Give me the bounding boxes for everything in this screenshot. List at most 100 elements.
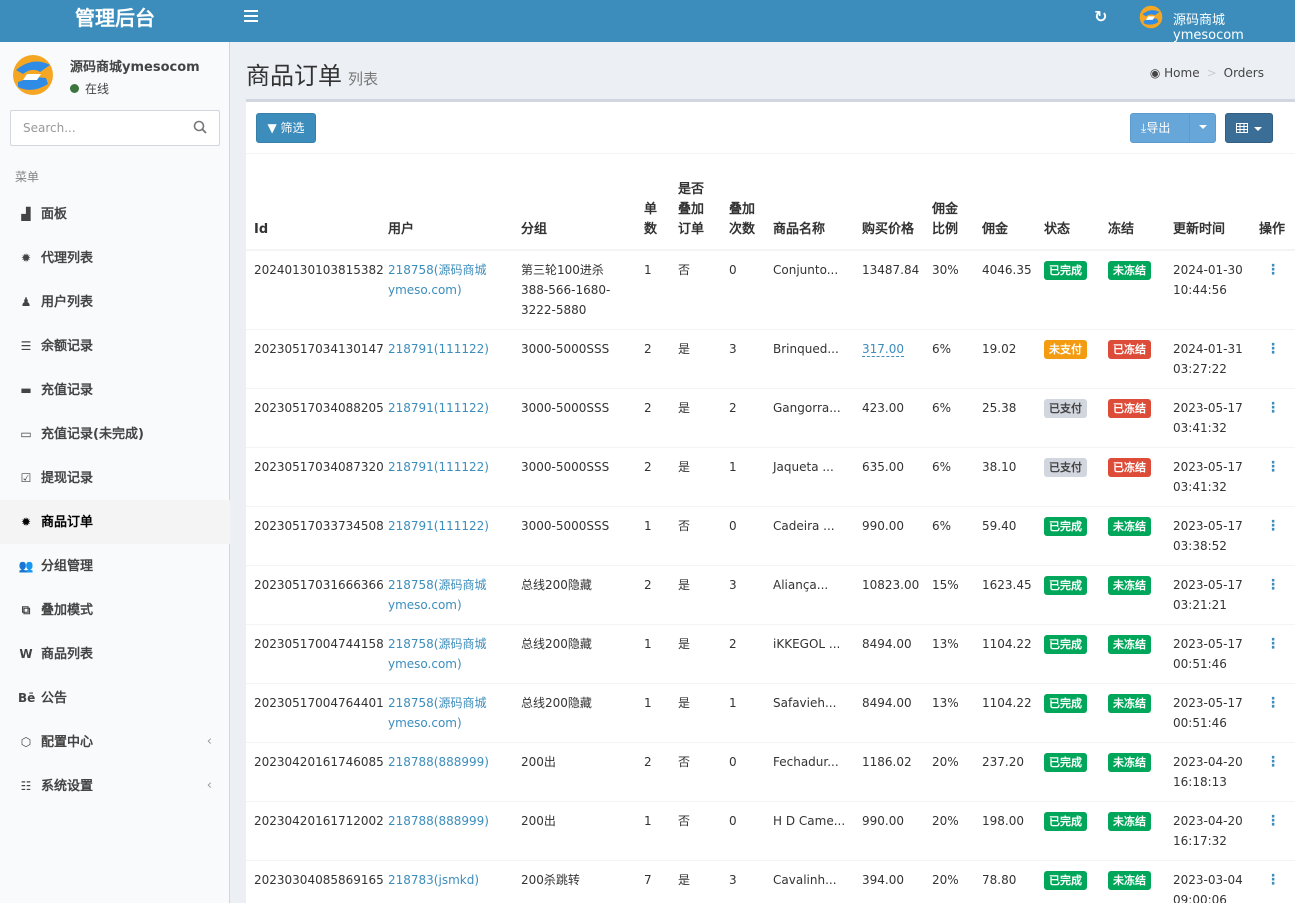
cell-status: 已支付 (1036, 447, 1100, 507)
sidebar-item-label: 分组管理 (41, 559, 94, 574)
sidebar-item-balance[interactable]: ☰ 余额记录 (0, 324, 230, 368)
export-button[interactable]: ⤓导出 (1130, 113, 1216, 143)
col-header-stack-times[interactable]: 叠加次数 (721, 153, 765, 251)
col-header-status[interactable]: 状态 (1036, 153, 1100, 251)
cell-user-link[interactable]: 218758(源码商城ymeso.com) (380, 624, 513, 684)
cell-user-link[interactable]: 218791(111122) (380, 447, 513, 507)
cell-status: 已完成 (1036, 860, 1100, 903)
cell-id: 20230420161746085 (246, 742, 384, 802)
cell-user-link[interactable]: 218791(111122) (380, 388, 513, 448)
sidebar-item-system[interactable]: ☷ 系统设置 ‹ (0, 764, 230, 808)
price-value: 394.00 (862, 872, 904, 887)
top-user-name[interactable]: 源码商城ymesocom (1173, 9, 1295, 43)
col-header-price[interactable]: 购买价格 (854, 153, 924, 251)
freeze-badge: 已冻结 (1108, 457, 1151, 477)
credit-card-icon: ▬ (20, 383, 32, 397)
cell-user-link[interactable]: 218758(源码商城ymeso.com) (380, 565, 513, 625)
col-header-count[interactable]: 单数 (636, 153, 670, 251)
col-header-product[interactable]: 商品名称 (765, 153, 854, 251)
cell-stacked: 是 (670, 329, 721, 389)
sidebar-item-notice[interactable]: Bē 公告 (0, 676, 230, 720)
col-header-user[interactable]: 用户 (380, 153, 513, 251)
cell-stack-times: 2 (721, 624, 765, 684)
search-icon[interactable] (193, 120, 207, 134)
sidebar-item-agents[interactable]: ✹ 代理列表 (0, 236, 230, 280)
cell-user-link[interactable]: 218791(111122) (380, 329, 513, 389)
cell-rate: 20% (924, 801, 974, 861)
col-header-id[interactable]: Id (246, 153, 380, 251)
cell-count: 7 (636, 860, 670, 903)
row-actions-kebab-icon[interactable]: ⋮ (1251, 801, 1295, 861)
col-header-group[interactable]: 分组 (513, 153, 636, 251)
cell-count: 2 (636, 329, 670, 389)
status-badge: 已完成 (1044, 575, 1087, 595)
export-dropdown-caret-icon[interactable] (1199, 125, 1207, 129)
cell-user-link[interactable]: 218788(888999) (380, 742, 513, 802)
sidebar-item-users[interactable]: ♟ 用户列表 (0, 280, 230, 324)
cell-user-link[interactable]: 218788(888999) (380, 801, 513, 861)
row-actions-kebab-icon[interactable]: ⋮ (1251, 249, 1295, 330)
sidebar-item-withdraw[interactable]: ☑ 提现记录 (0, 456, 230, 500)
app-title[interactable]: 管理后台 (0, 0, 230, 42)
search-input[interactable] (23, 121, 183, 135)
sidebar-item-orders[interactable]: ✹ 商品订单 (0, 500, 230, 544)
breadcrumb-home[interactable]: Home (1164, 66, 1199, 80)
cell-group: 200出 (513, 801, 636, 861)
cell-user-link[interactable]: 218783(jsmkd) (380, 860, 513, 903)
sidebar-toggle-icon[interactable] (244, 10, 258, 22)
export-label: 导出 (1146, 121, 1171, 135)
cell-status: 已完成 (1036, 506, 1100, 566)
breadcrumb-separator: > (1206, 66, 1217, 80)
col-header-commission[interactable]: 佣金 (974, 153, 1036, 251)
cell-rate: 6% (924, 447, 974, 507)
row-actions-kebab-icon[interactable]: ⋮ (1251, 388, 1295, 448)
row-actions-kebab-icon[interactable]: ⋮ (1251, 624, 1295, 684)
cell-updated: 2023-03-04 09:00:06 (1165, 860, 1251, 903)
cell-count: 2 (636, 742, 670, 802)
row-actions-kebab-icon[interactable]: ⋮ (1251, 447, 1295, 507)
cell-group: 第三轮100进杀388-566-1680-3222-5880 (513, 249, 636, 330)
col-header-rate[interactable]: 佣金比例 (924, 153, 974, 251)
sidebar-item-recharge-pending[interactable]: ▭ 充值记录(未完成) (0, 412, 230, 456)
row-actions-kebab-icon[interactable]: ⋮ (1251, 506, 1295, 566)
columns-toggle-button[interactable] (1225, 113, 1273, 143)
rectangle-icon: ▭ (20, 427, 32, 441)
row-actions-kebab-icon[interactable]: ⋮ (1251, 860, 1295, 903)
cell-product: Conjunto... (765, 249, 854, 330)
cell-commission: 38.10 (974, 447, 1036, 507)
sidebar-item-config[interactable]: ⬡ 配置中心 ‹ (0, 720, 230, 764)
freeze-badge: 未冻结 (1108, 811, 1151, 831)
sidebar-item-groups[interactable]: 👥 分组管理 (0, 544, 230, 588)
row-actions-kebab-icon[interactable]: ⋮ (1251, 683, 1295, 743)
split-divider (1189, 114, 1190, 142)
sidebar-item-recharge[interactable]: ▬ 充值记录 (0, 368, 230, 412)
cell-user-link[interactable]: 218758(源码商城ymeso.com) (380, 249, 513, 330)
sidebar-item-label: 公告 (41, 691, 68, 706)
status-badge: 已支付 (1044, 398, 1087, 418)
cell-id: 20230517034087320 (246, 447, 384, 507)
cell-user-link[interactable]: 218758(源码商城ymeso.com) (380, 683, 513, 743)
orders-table: Id 用户 分组 单数 是否叠加订单 叠加次数 商品名称 购买价格 佣金比例 佣… (246, 153, 1295, 903)
sidebar-item-stack-mode[interactable]: ⧉ 叠加模式 (0, 588, 230, 632)
sidebar-item-products[interactable]: W 商品列表 (0, 632, 230, 676)
cell-updated: 2024-01-31 03:27:22 (1165, 329, 1251, 389)
price-editable-link[interactable]: 317.00 (862, 341, 904, 357)
col-header-freeze[interactable]: 冻结 (1100, 153, 1165, 251)
row-actions-kebab-icon[interactable]: ⋮ (1251, 565, 1295, 625)
cell-price[interactable]: 317.00 (854, 329, 924, 389)
table-body: 20240130103815382 218758(源码商城ymeso.com) 第三… (246, 249, 1295, 903)
row-actions-kebab-icon[interactable]: ⋮ (1251, 329, 1295, 389)
sidebar-item-dashboard[interactable]: ▟ 面板 (0, 192, 230, 236)
refresh-icon[interactable]: ↻ (1094, 7, 1107, 26)
cell-stacked: 是 (670, 447, 721, 507)
cell-updated: 2023-04-20 16:17:32 (1165, 801, 1251, 861)
area-chart-icon: ▟ (21, 207, 31, 221)
cell-user-link[interactable]: 218791(111122) (380, 506, 513, 566)
row-actions-kebab-icon[interactable]: ⋮ (1251, 742, 1295, 802)
gear-icon: ✹ (20, 515, 32, 529)
col-header-stacked[interactable]: 是否叠加订单 (670, 153, 721, 251)
filter-button[interactable]: ▼ 筛选 (256, 113, 316, 143)
col-header-updated[interactable]: 更新时间 (1165, 153, 1251, 251)
status-text: 在线 (85, 82, 110, 96)
cell-stacked: 否 (670, 506, 721, 566)
